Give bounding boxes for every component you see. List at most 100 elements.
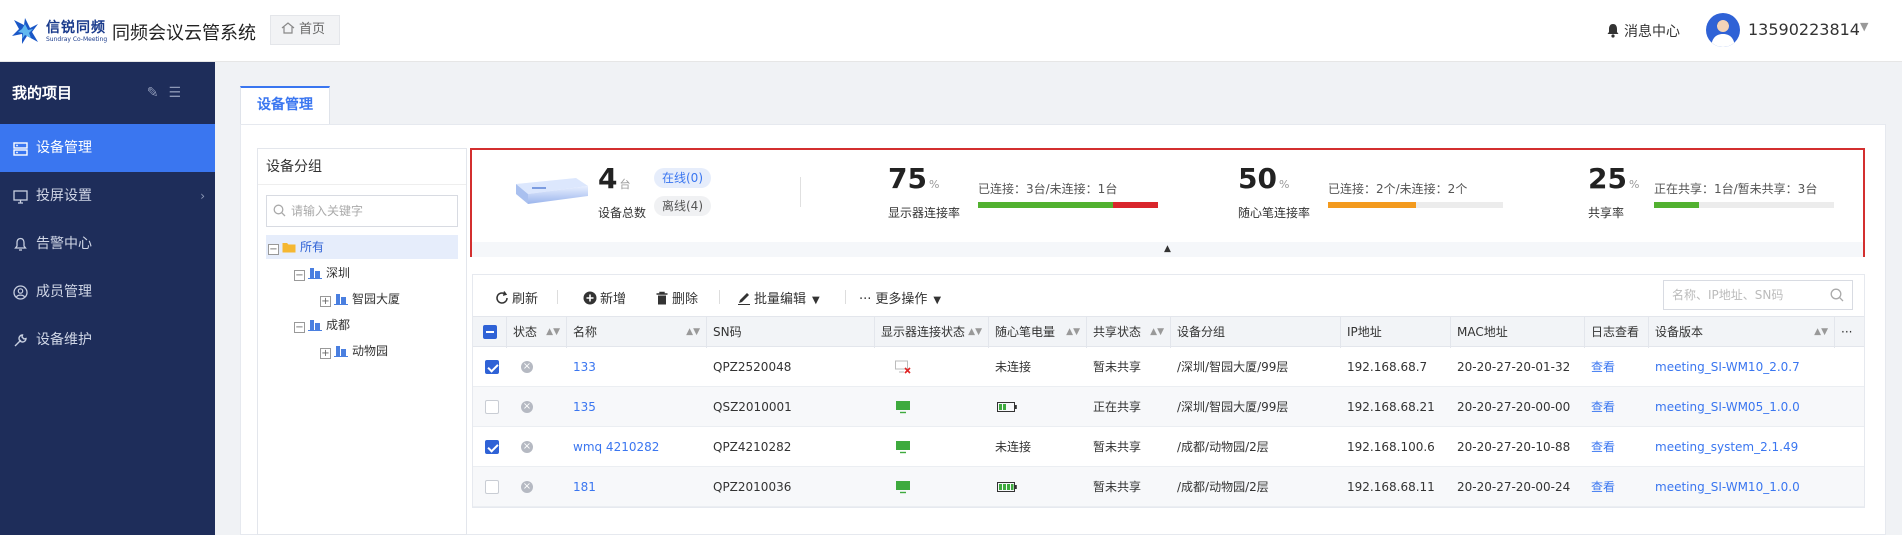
message-center-label: 消息中心 (1624, 24, 1680, 40)
sidebar-item-label: 投屏设置 (36, 188, 92, 204)
sidebar-item-device-management[interactable]: 设备管理 (0, 124, 215, 172)
avatar-person-icon (1711, 20, 1735, 47)
home-icon (281, 22, 295, 34)
tree-node-zhiyuan[interactable]: + 智园大厦 (320, 287, 400, 311)
sidebar-item-label: 设备维护 (36, 332, 92, 348)
expand-icon[interactable]: + (320, 348, 331, 359)
col-more[interactable]: ··· (1835, 317, 1866, 348)
online-filter-pill[interactable]: 在线(0) (654, 168, 711, 188)
project-title: 我的项目 (12, 84, 73, 102)
edit-icon[interactable]: ✎ (147, 85, 169, 101)
avatar[interactable] (1706, 13, 1740, 47)
tree-node-all[interactable]: − 所有 (266, 235, 458, 259)
pen-battery-text: 未连接 (995, 440, 1032, 454)
display-rate-caption: 已连接：3台/未连接：1台 (978, 182, 1118, 196)
tree-node-label: 深圳 (326, 266, 351, 280)
row-checkbox[interactable] (485, 360, 499, 374)
device-version-link[interactable]: meeting_SI-WM10_1.0.0 (1649, 467, 1800, 507)
sidebar-item-alerts[interactable]: 告警中心 (0, 220, 215, 268)
row-checkbox[interactable] (485, 400, 499, 414)
select-all-checkbox[interactable] (483, 325, 497, 339)
tab-device-management[interactable]: 设备管理 (240, 86, 330, 124)
view-log-link[interactable]: 查看 (1585, 427, 1615, 467)
device-version-link[interactable]: meeting_system_2.1.49 (1649, 427, 1798, 467)
system-title: 同频会议云管系统 (112, 23, 256, 44)
sort-icon[interactable]: ▲▼ (1150, 317, 1164, 348)
refresh-button[interactable]: 刷新 (495, 288, 538, 307)
device-name-link[interactable]: 133 (567, 347, 596, 387)
display-rate-value: 75% (888, 162, 940, 195)
tree-node-shenzhen[interactable]: − 深圳 (294, 261, 350, 285)
expand-icon[interactable]: + (320, 296, 331, 307)
sidebar-item-members[interactable]: 成员管理 (0, 268, 215, 316)
monitor-connected-icon (896, 441, 910, 454)
message-center-button[interactable]: 消息中心 (1606, 21, 1680, 41)
col-name[interactable]: 名称 ▲▼ (567, 317, 707, 348)
view-log-link[interactable]: 查看 (1585, 347, 1615, 387)
table-row[interactable]: wmq 4210282 QPZ4210282 未连接 暂未共享 /成都/动物园/… (473, 427, 1864, 467)
col-mac: MAC地址 (1451, 317, 1585, 348)
view-log-link[interactable]: 查看 (1585, 387, 1615, 427)
stats-summary: 4台 设备总数 在线(0) 离线(4) 75% 显示器连接率 已连接：3台/未连… (470, 148, 1865, 257)
group-panel-title: 设备分组 (258, 149, 466, 185)
device-version-link[interactable]: meeting_SI-WM05_1.0.0 (1649, 387, 1800, 427)
col-share-status[interactable]: 共享状态 ▲▼ (1087, 317, 1171, 348)
sidebar-item-maintenance[interactable]: 设备维护 (0, 316, 215, 364)
more-dots-icon: ··· (859, 292, 872, 307)
collapse-icon[interactable]: − (268, 244, 279, 255)
delete-button[interactable]: 删除 (655, 288, 698, 307)
batch-edit-button[interactable]: 批量编辑 ▼ (737, 288, 820, 307)
sort-icon[interactable]: ▲▼ (1066, 317, 1080, 348)
row-checkbox[interactable] (485, 480, 499, 494)
col-group: 设备分组 (1171, 317, 1341, 348)
device-name-link[interactable]: 135 (567, 387, 596, 427)
col-display-status[interactable]: 显示器连接状态 ▲▼ (875, 317, 989, 348)
select-all-cell (473, 317, 507, 348)
table-header: 状态 ▲▼ 名称 ▲▼ SN码 显示器连接状态 ▲▼ 随心笔电量 ▲▼ 共享状态 ▲▼ 设… (473, 316, 1866, 348)
col-ip: IP地址 (1341, 317, 1451, 348)
plus-circle-icon (583, 291, 597, 305)
collapse-stats-toggle[interactable]: ▲ (472, 242, 1863, 257)
col-version[interactable]: 设备版本 ▲▼ (1649, 317, 1835, 348)
group-search-input[interactable]: 请输入关键字 (266, 195, 458, 227)
brand-logo[interactable]: 信锐同频 Sundray Co-Meeting (10, 14, 107, 48)
pen-battery-text: 未连接 (995, 360, 1032, 374)
refresh-label: 刷新 (512, 292, 539, 307)
device-version-link[interactable]: meeting_SI-WM10_2.0.7 (1649, 347, 1800, 387)
table-search-input[interactable]: 名称、IP地址、SN码 (1663, 280, 1853, 310)
table-search-placeholder: 名称、IP地址、SN码 (1672, 288, 1784, 302)
pen-connected-fill (1328, 202, 1416, 208)
tree-node-zoo[interactable]: + 动物园 (320, 339, 388, 363)
device-name-link[interactable]: wmq 4210282 (567, 427, 659, 467)
sidebar-item-screen-cast[interactable]: 投屏设置 › (0, 172, 215, 220)
tree-node-chengdu[interactable]: − 成都 (294, 313, 350, 337)
add-button[interactable]: 新增 (583, 288, 626, 307)
col-status[interactable]: 状态 ▲▼ (507, 317, 567, 348)
home-tab[interactable]: 首页 (270, 15, 340, 45)
share-active-fill (1654, 202, 1699, 208)
sort-icon[interactable]: ▲▼ (546, 317, 560, 348)
username[interactable]: 13590223814 (1748, 20, 1860, 39)
row-checkbox[interactable] (485, 440, 499, 454)
collapse-icon[interactable]: − (294, 322, 305, 333)
table-row[interactable]: 181 QPZ2010036 暂未共享 /成都/动物园/2层 192.168.6… (473, 467, 1864, 507)
search-icon (1830, 288, 1844, 302)
caret-up-icon: ▲ (1164, 244, 1171, 254)
monitor-connected-icon (896, 481, 910, 494)
more-actions-button[interactable]: ··· 更多操作 ▼ (859, 288, 941, 307)
chevron-down-icon[interactable]: ▼ (1860, 20, 1868, 33)
device-mac: 20-20-27-20-00-24 (1457, 480, 1571, 494)
table-row[interactable]: 133 QPZ2520048 未连接 暂未共享 /深圳/智园大厦/99层 192… (473, 347, 1864, 387)
sort-icon[interactable]: ▲▼ (968, 317, 982, 348)
collapse-icon[interactable]: − (294, 270, 305, 281)
sort-icon[interactable]: ▲▼ (1814, 317, 1828, 348)
col-pen-battery[interactable]: 随心笔电量 ▲▼ (989, 317, 1087, 348)
device-name-link[interactable]: 181 (567, 467, 596, 507)
view-log-link[interactable]: 查看 (1585, 467, 1615, 507)
menu-collapse-icon[interactable]: ☰ (168, 85, 191, 101)
offline-filter-pill[interactable]: 离线(4) (654, 196, 711, 216)
table-row[interactable]: 135 QSZ2010001 正在共享 /深圳/智园大厦/99层 192.168… (473, 387, 1864, 427)
caret-down-icon: ▼ (933, 295, 942, 306)
sort-icon[interactable]: ▲▼ (686, 317, 700, 348)
col-log: 日志查看 (1585, 317, 1649, 348)
